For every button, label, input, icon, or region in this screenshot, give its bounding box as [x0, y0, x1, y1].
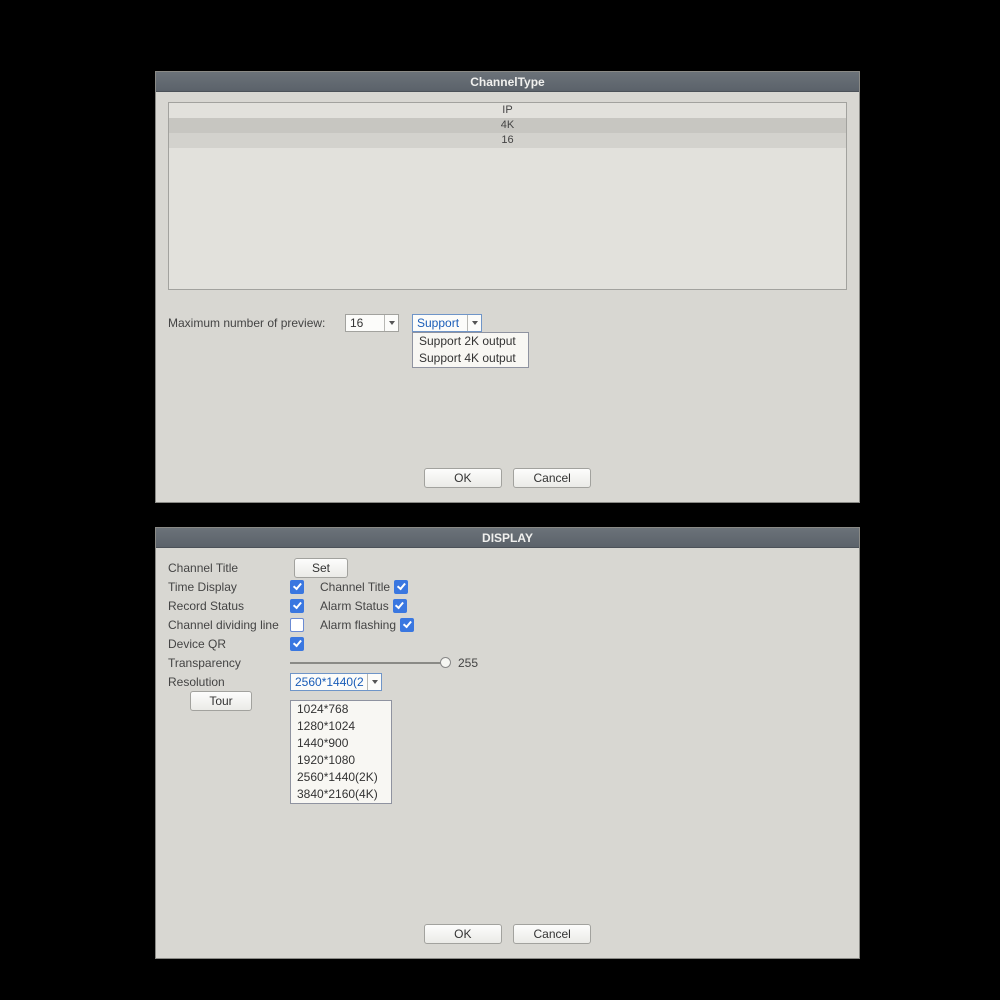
- channeltype-listbox[interactable]: IP 4K 16: [168, 102, 847, 290]
- support-select[interactable]: Support: [412, 314, 482, 332]
- record-status-checkbox[interactable]: [290, 599, 304, 613]
- cancel-button[interactable]: Cancel: [513, 924, 591, 944]
- display-buttons: OK Cancel: [156, 924, 859, 944]
- list-row[interactable]: 16: [169, 133, 846, 148]
- time-display-label: Time Display: [168, 580, 290, 594]
- cancel-button[interactable]: Cancel: [513, 468, 591, 488]
- channeltype-titlebar: ChannelType: [156, 72, 859, 92]
- chevron-down-icon: [384, 315, 398, 331]
- dropdown-option[interactable]: 3840*2160(4K): [291, 786, 391, 803]
- chevron-down-icon: [367, 674, 381, 690]
- slider-thumb[interactable]: [440, 657, 451, 668]
- transparency-label: Transparency: [168, 656, 290, 670]
- ok-button[interactable]: OK: [424, 924, 502, 944]
- channel-div-checkbox[interactable]: [290, 618, 304, 632]
- resolution-select[interactable]: 2560*1440(2: [290, 673, 382, 691]
- channeltype-buttons: OK Cancel: [156, 468, 859, 488]
- resolution-dropdown[interactable]: 1024*768 1280*1024 1440*900 1920*1080 25…: [290, 700, 392, 804]
- device-qr-checkbox[interactable]: [290, 637, 304, 651]
- channel-title2-label: Channel Title: [320, 580, 390, 594]
- dropdown-option[interactable]: 2560*1440(2K): [291, 769, 391, 786]
- resolution-value: 2560*1440(2: [295, 675, 364, 689]
- channel-div-label: Channel dividing line: [168, 618, 290, 632]
- dropdown-option[interactable]: 1920*1080: [291, 752, 391, 769]
- display-dialog: DISPLAY Channel Title Set Time Display C…: [155, 527, 860, 959]
- dropdown-option[interactable]: Support 2K output: [413, 333, 528, 350]
- alarm-flashing-label: Alarm flashing: [320, 618, 396, 632]
- device-qr-label: Device QR: [168, 637, 290, 651]
- display-titlebar: DISPLAY: [156, 528, 859, 548]
- time-display-checkbox[interactable]: [290, 580, 304, 594]
- channel-title-label: Channel Title: [168, 561, 290, 575]
- transparency-value: 255: [458, 656, 478, 670]
- tour-button[interactable]: Tour: [190, 691, 252, 711]
- max-preview-select[interactable]: 16: [345, 314, 399, 332]
- dropdown-option[interactable]: Support 4K output: [413, 350, 528, 367]
- ok-button[interactable]: OK: [424, 468, 502, 488]
- transparency-slider[interactable]: [290, 656, 450, 670]
- resolution-label: Resolution: [168, 675, 290, 689]
- dropdown-option[interactable]: 1280*1024: [291, 718, 391, 735]
- dropdown-option[interactable]: 1440*900: [291, 735, 391, 752]
- max-preview-label: Maximum number of preview:: [168, 316, 325, 330]
- set-button[interactable]: Set: [294, 558, 348, 578]
- list-row-selected[interactable]: 4K: [169, 118, 846, 133]
- alarm-flashing-checkbox[interactable]: [400, 618, 414, 632]
- alarm-status-checkbox[interactable]: [393, 599, 407, 613]
- record-status-label: Record Status: [168, 599, 290, 613]
- channeltype-dialog: ChannelType IP 4K 16 Maximum number of p…: [155, 71, 860, 503]
- dropdown-option[interactable]: 1024*768: [291, 701, 391, 718]
- support-dropdown[interactable]: Support 2K output Support 4K output: [412, 332, 529, 368]
- support-select-value: Support: [417, 316, 459, 330]
- alarm-status-label: Alarm Status: [320, 599, 389, 613]
- channel-title-checkbox[interactable]: [394, 580, 408, 594]
- chevron-down-icon: [467, 315, 481, 331]
- max-preview-value: 16: [350, 316, 363, 330]
- list-header: IP: [169, 103, 846, 118]
